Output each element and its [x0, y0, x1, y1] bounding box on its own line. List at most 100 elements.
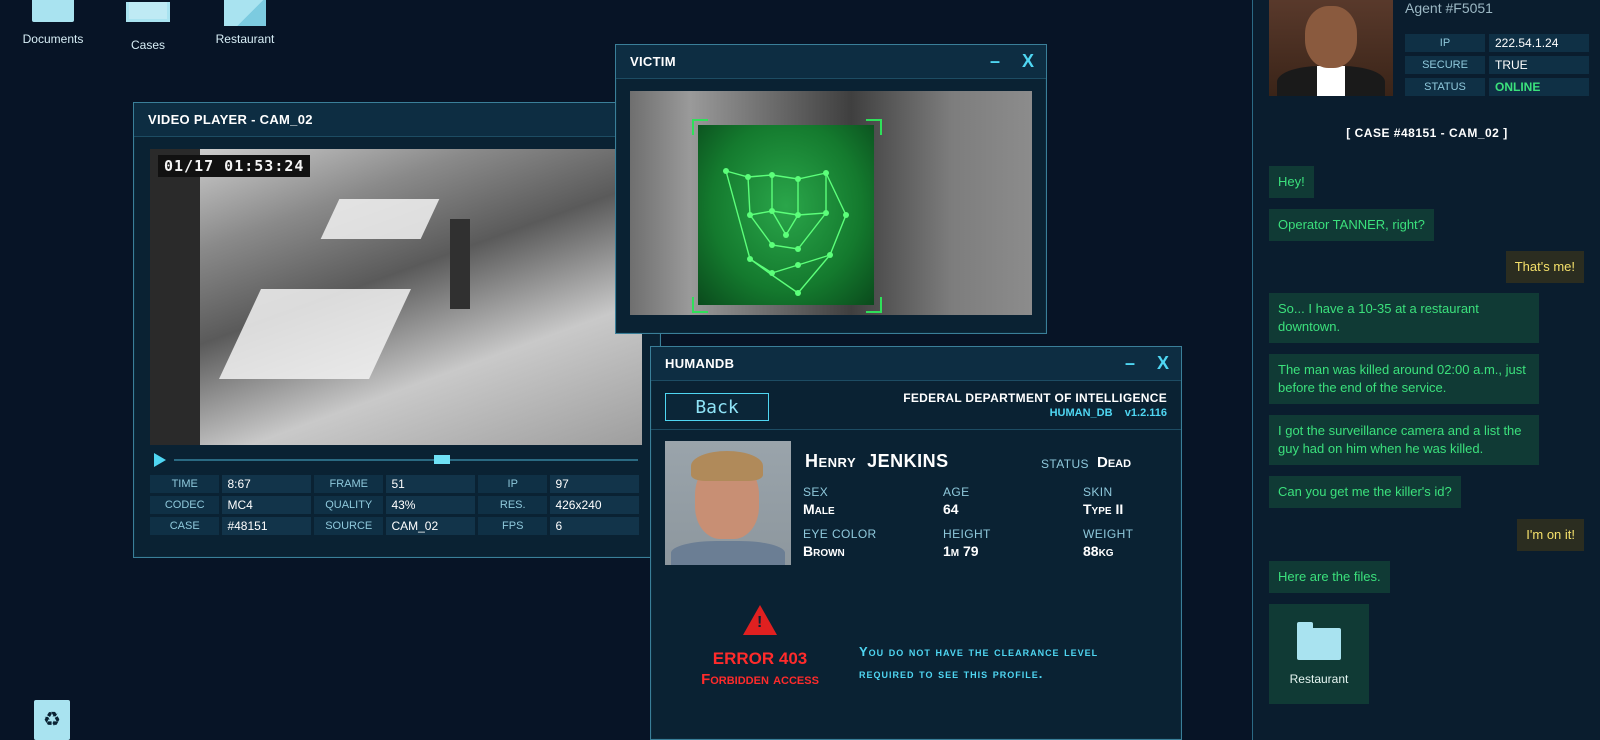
- desktop-icon-label: Cases: [130, 38, 165, 52]
- info-value: 97: [550, 475, 639, 493]
- info-row: CODEC MC4 QUALITY 43% RES. 426x240: [150, 496, 642, 514]
- status-label: STATUS: [1041, 457, 1089, 471]
- info-value: MC4: [222, 496, 311, 514]
- db-name: HUMAN_DB: [1049, 407, 1113, 419]
- skin-value: Type II: [1083, 501, 1124, 517]
- info-key: CASE: [150, 517, 220, 535]
- minimize-icon[interactable]: –: [990, 51, 1000, 72]
- agent-status-value: ONLINE: [1489, 78, 1589, 96]
- agent-info-key: IP: [1405, 34, 1485, 52]
- agency-header: FEDERAL DEPARTMENT OF INTELLIGENCE HUMAN…: [903, 391, 1167, 419]
- desktop-icon-restaurant[interactable]: Restaurant: [200, 0, 290, 46]
- info-value: CAM_02: [386, 517, 475, 535]
- victim-window: VICTIM – X: [615, 44, 1047, 334]
- folder-icon: [32, 0, 74, 22]
- db-version: v1.2.116: [1124, 407, 1167, 419]
- profile-photo: [665, 441, 791, 565]
- video-frame[interactable]: 01/17 01:53:24: [150, 149, 642, 445]
- desktop-icon-documents[interactable]: Documents: [8, 0, 98, 46]
- chat-message-incoming: Here are the files.: [1269, 561, 1390, 593]
- sex-label: SEX: [803, 485, 829, 499]
- info-key: RES.: [478, 496, 548, 514]
- video-scrubber[interactable]: [150, 453, 642, 467]
- info-key: TIME: [150, 475, 220, 493]
- clearance-line-1: You do not have the clearance level: [859, 644, 1099, 659]
- chat-message-incoming: So... I have a 10-35 at a restaurant dow…: [1269, 293, 1539, 343]
- file-icon: [224, 0, 266, 26]
- agent-info-key: SECURE: [1405, 56, 1485, 74]
- info-value: 51: [386, 475, 475, 493]
- info-row: TIME 8:67 FRAME 51 IP 97: [150, 475, 642, 493]
- desktop-icon-cases[interactable]: Cases: [103, 0, 193, 52]
- info-row: CASE #48151 SOURCE CAM_02 FPS 6: [150, 517, 642, 535]
- info-value: 426x240: [550, 496, 639, 514]
- window-title[interactable]: VICTIM: [616, 45, 1046, 79]
- close-icon[interactable]: X: [1022, 51, 1034, 72]
- skin-label: SKIN: [1083, 485, 1113, 499]
- close-icon[interactable]: X: [1157, 353, 1169, 374]
- agent-avatar: [1269, 0, 1393, 96]
- folder-icon: [1297, 622, 1341, 660]
- error-code: ERROR 403: [712, 649, 808, 668]
- weight-label: WEIGHT: [1083, 527, 1134, 541]
- video-player-window: VIDEO PLAYER - CAM_02 01/17 01:53:24 TIM…: [133, 102, 661, 558]
- age-label: AGE: [943, 485, 970, 499]
- victim-face-scan: [630, 91, 1032, 315]
- video-timestamp: 01/17 01:53:24: [158, 155, 311, 177]
- info-key: FPS: [478, 517, 548, 535]
- humandb-window: HUMANDB – X Back FEDERAL DEPARTMENT OF I…: [650, 346, 1182, 740]
- db-version-line: HUMAN_DB v1.2.116: [903, 407, 1167, 419]
- warning-icon: !: [743, 605, 777, 635]
- age-value: 64: [943, 501, 959, 517]
- info-key: SOURCE: [314, 517, 384, 535]
- face-mesh: [698, 125, 874, 305]
- chat-message-incoming: Can you get me the killer's id?: [1269, 476, 1461, 508]
- chat-message-outgoing: That's me!: [1505, 251, 1584, 283]
- status-value: Dead: [1097, 454, 1132, 471]
- error-message: Forbidden access: [701, 671, 819, 688]
- info-value: 6: [550, 517, 639, 535]
- info-key: IP: [478, 475, 548, 493]
- face-landmark-mesh: [723, 168, 849, 296]
- height-value: 1m 79: [943, 543, 979, 559]
- height-label: HEIGHT: [943, 527, 991, 541]
- chat-message-incoming: I got the surveillance camera and a list…: [1269, 415, 1539, 465]
- window-title[interactable]: HUMANDB: [651, 347, 1181, 381]
- clearance-line-2: required to see this profile.: [859, 666, 1044, 681]
- video-info-grid: TIME 8:67 FRAME 51 IP 97 CODEC MC4 QUALI…: [150, 475, 642, 538]
- sex-value: Male: [803, 501, 835, 517]
- info-key: FRAME: [314, 475, 384, 493]
- scrub-track[interactable]: [174, 459, 638, 461]
- chat-message-incoming: The man was killed around 02:00 a.m., ju…: [1269, 354, 1539, 404]
- desktop-icon-label: Restaurant: [215, 32, 275, 46]
- tray-icon: [126, 2, 170, 22]
- back-button[interactable]: Back: [665, 393, 769, 421]
- info-value: #48151: [222, 517, 311, 535]
- minimize-icon[interactable]: –: [1125, 353, 1135, 374]
- divider: [651, 429, 1181, 430]
- weight-value: 88kg: [1083, 543, 1114, 559]
- eye-color-value: Brown: [803, 543, 845, 559]
- chat-message-outgoing: I'm on it!: [1517, 519, 1584, 551]
- chat-file-attachment[interactable]: Restaurant: [1269, 604, 1369, 704]
- chat-message-incoming: Hey!: [1269, 166, 1314, 198]
- agent-name: Agent #F5051: [1405, 0, 1493, 16]
- desktop-icon-label: Documents: [22, 32, 84, 46]
- play-icon[interactable]: [154, 453, 166, 467]
- info-value: 43%: [386, 496, 475, 514]
- scrub-knob[interactable]: [433, 455, 450, 464]
- agent-info-key: STATUS: [1405, 78, 1485, 96]
- clearance-message: You do not have the clearance level requ…: [859, 641, 1149, 685]
- agency-name: FEDERAL DEPARTMENT OF INTELLIGENCE: [903, 391, 1167, 405]
- agent-info-value: 222.54.1.24: [1489, 34, 1589, 52]
- recycle-bin-icon[interactable]: ♻: [34, 700, 70, 740]
- first-name: Henry: [805, 451, 857, 471]
- case-header: [ CASE #48151 - CAM_02 ]: [1346, 126, 1508, 140]
- window-title[interactable]: VIDEO PLAYER - CAM_02: [134, 103, 660, 137]
- agent-info-value: TRUE: [1489, 56, 1589, 74]
- attachment-label: Restaurant: [1289, 672, 1349, 686]
- info-key: QUALITY: [314, 496, 384, 514]
- last-name: JENKINS: [867, 451, 949, 471]
- chat-message-incoming: Operator TANNER, right?: [1269, 209, 1434, 241]
- profile-name: Henry JENKINS: [805, 451, 949, 472]
